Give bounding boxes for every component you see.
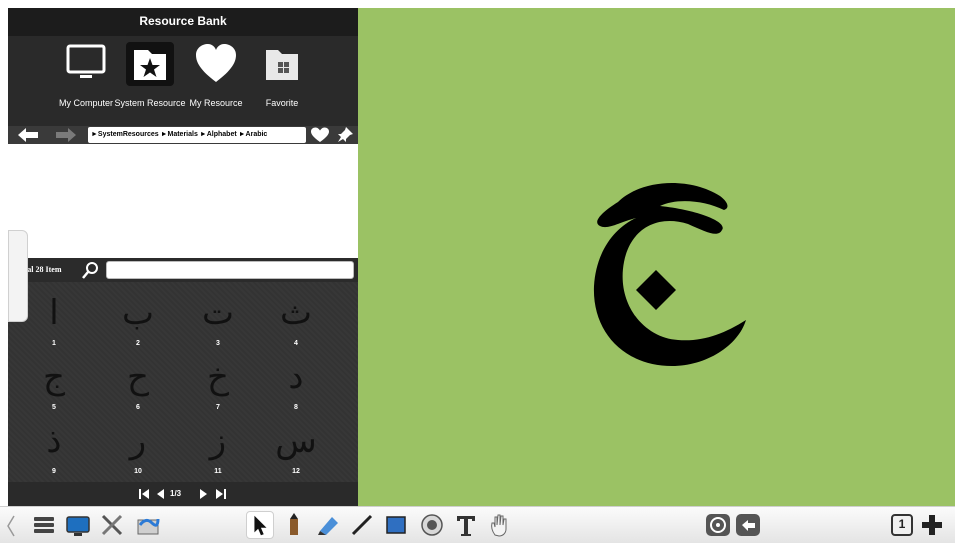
prev-page-icon[interactable]	[156, 487, 164, 501]
forward-arrow-icon[interactable]	[54, 128, 76, 142]
chevron-left-icon[interactable]	[6, 515, 16, 537]
search-input[interactable]	[106, 261, 354, 279]
category-label: Favorite	[265, 98, 299, 108]
first-page-icon[interactable]	[139, 487, 149, 501]
highlighter-icon[interactable]	[314, 511, 342, 539]
text-icon[interactable]	[452, 511, 480, 539]
letter-thumbnail: ب	[121, 293, 154, 333]
grid-item[interactable]: ت 3	[178, 288, 258, 352]
category-favorite[interactable]: Favorite	[246, 42, 318, 126]
favorite-heart-icon[interactable]	[310, 127, 330, 143]
grid-item[interactable]: خ 7	[178, 352, 258, 416]
star-folder-icon	[126, 42, 174, 86]
pencil-icon[interactable]	[280, 511, 308, 539]
rectangle-icon[interactable]	[382, 511, 410, 539]
resource-grid: ا 1 ب 2 ت 3 ث 4 ج 5 ح 6 خ 7 د 8 ذ 9 ر 10…	[8, 282, 358, 482]
letter-thumbnail: د	[288, 357, 304, 397]
panel-collapse-handle[interactable]	[8, 230, 28, 322]
item-number: 8	[294, 404, 298, 411]
category-system-resource[interactable]: System Resource	[114, 42, 186, 126]
undo-icon[interactable]	[734, 511, 762, 539]
category-label: My Resource	[189, 98, 243, 108]
breadcrumb[interactable]: ►SystemResources ►Materials ►Alphabet ►A…	[88, 127, 306, 143]
letter-thumbnail: ت	[201, 293, 234, 333]
grid-item[interactable]: ج 5	[14, 352, 94, 416]
screen-icon[interactable]	[64, 511, 92, 539]
eraser-icon[interactable]	[418, 511, 446, 539]
item-number: 3	[216, 340, 220, 347]
search-icon[interactable]	[82, 261, 100, 279]
grid-item[interactable]: ح 6	[98, 352, 178, 416]
pointer-icon[interactable]	[246, 511, 274, 539]
item-number: 9	[52, 468, 56, 475]
grid-item[interactable]: س 12	[256, 416, 336, 480]
item-number: 5	[52, 404, 56, 411]
category-bar: My Computer System Resource My Resource	[8, 36, 358, 126]
menu-icon[interactable]	[30, 511, 58, 539]
category-my-resource[interactable]: My Resource	[180, 42, 252, 126]
page-icon[interactable]: 1	[888, 511, 916, 539]
letter-thumbnail: ذ	[46, 421, 62, 461]
grid-item[interactable]: د 8	[256, 352, 336, 416]
grid-item[interactable]: ب 2	[98, 288, 178, 352]
bottom-toolbar: 1	[0, 506, 955, 543]
target-icon[interactable]	[704, 511, 732, 539]
search-bar: Total 28 Item	[8, 258, 358, 282]
arabic-letter-jeem[interactable]	[578, 170, 748, 380]
letter-thumbnail: ز	[209, 421, 227, 461]
letter-thumbnail: ح	[127, 357, 149, 397]
page-indicator: 1/3	[170, 489, 182, 498]
grid-item[interactable]: ذ 9	[14, 416, 94, 480]
item-number: 6	[136, 404, 140, 411]
item-number: 10	[134, 468, 142, 475]
item-number: 2	[136, 340, 140, 347]
monitor-icon	[66, 44, 106, 78]
letter-thumbnail: س	[275, 421, 317, 461]
category-label: My Computer	[58, 98, 113, 108]
grid-item[interactable]: ر 10	[98, 416, 178, 480]
item-number: 12	[292, 468, 300, 475]
item-number: 11	[214, 468, 222, 475]
panel-title: Resource Bank	[8, 8, 358, 36]
letter-thumbnail: خ	[207, 357, 229, 397]
letter-thumbnail: ث	[279, 293, 312, 333]
item-number: 1	[52, 340, 56, 347]
last-page-icon[interactable]	[216, 487, 226, 501]
item-number: 7	[216, 404, 220, 411]
letter-thumbnail: ج	[43, 357, 65, 397]
category-my-computer[interactable]: My Computer	[50, 42, 122, 126]
tools-icon[interactable]	[98, 511, 126, 539]
windows-folder-icon	[266, 50, 298, 80]
whiteboard-canvas[interactable]	[358, 8, 955, 506]
add-icon[interactable]	[918, 511, 946, 539]
heart-icon	[196, 44, 236, 82]
grid-item[interactable]: ث 4	[256, 288, 336, 352]
letter-thumbnail: ر	[129, 421, 147, 461]
pager: 1/3	[8, 482, 358, 506]
line-icon[interactable]	[348, 511, 376, 539]
resource-bank-panel: Resource Bank My Computer System Resourc…	[8, 8, 358, 506]
preview-area	[8, 144, 358, 258]
page-number: 1	[898, 517, 906, 531]
back-arrow-icon[interactable]	[18, 128, 40, 142]
hand-icon[interactable]	[486, 511, 514, 539]
category-label: System Resource	[114, 98, 186, 108]
grid-item[interactable]: ز 11	[178, 416, 258, 480]
ink-folder-icon[interactable]	[134, 511, 162, 539]
next-page-icon[interactable]	[200, 487, 208, 501]
item-number: 4	[294, 340, 298, 347]
pin-icon[interactable]	[336, 127, 354, 143]
navigation-bar: ►SystemResources ►Materials ►Alphabet ►A…	[8, 126, 358, 144]
